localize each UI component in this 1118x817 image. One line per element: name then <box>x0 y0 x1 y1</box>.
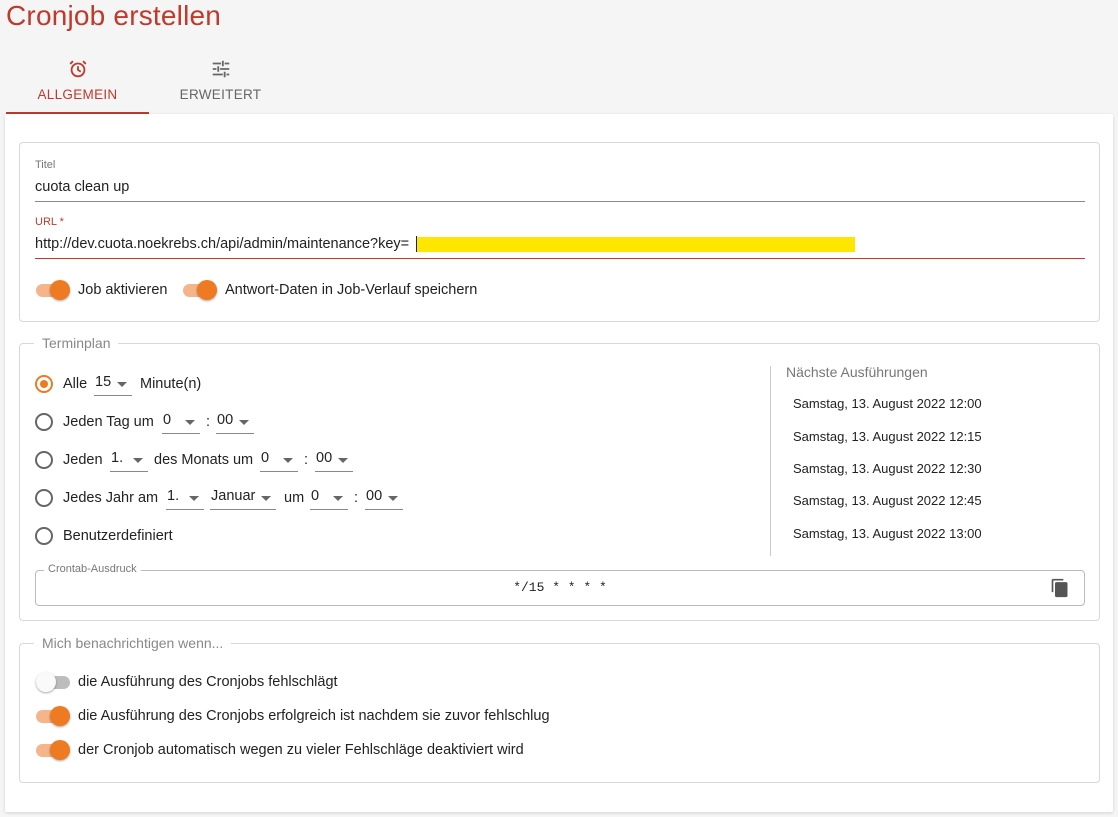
chevron-down-icon <box>189 496 199 501</box>
yearly-mid: um <box>284 490 305 506</box>
tab-bar: ALLGEMEIN ERWEITERT <box>6 52 292 114</box>
yearly-hour-select[interactable]: 0 <box>310 486 348 510</box>
chevron-down-icon <box>185 420 195 425</box>
next-run-item: Samstag, 13. August 2022 12:45 <box>793 493 982 508</box>
save-response-label: Antwort-Daten in Job-Verlauf speichern <box>225 282 478 298</box>
select-value: 00 <box>366 488 383 504</box>
select-value: 1. <box>111 450 124 466</box>
schedule-section: Terminplan Alle 15 Minute(n) Jeden Tag u… <box>19 335 1100 621</box>
form-card: Titel cuota clean up URL * http://dev.cu… <box>5 114 1113 812</box>
chevron-down-icon <box>338 458 348 463</box>
chevron-down-icon <box>283 458 293 463</box>
select-value: Januar <box>211 488 256 504</box>
notify-failure-label: die Ausführung des Cronjobs fehlschlägt <box>78 674 338 690</box>
tab-label: ERWEITERT <box>179 87 262 102</box>
notify-section: Mich benachrichtigen wenn... die Ausführ… <box>19 635 1100 783</box>
chevron-down-icon <box>239 420 249 425</box>
next-run-item: Samstag, 13. August 2022 12:15 <box>793 429 982 444</box>
crontab-field[interactable]: Crontab-Ausdruck */15 * * * * <box>35 563 1085 606</box>
job-activate-toggle[interactable] <box>36 280 70 300</box>
monthly-hour-select[interactable]: 0 <box>260 448 298 472</box>
notify-disabled-label: der Cronjob automatisch wegen zu vieler … <box>78 742 524 758</box>
chevron-down-icon <box>261 496 271 501</box>
select-value: 0 <box>261 450 270 466</box>
notify-recovery-label: die Ausführung des Cronjobs erfolgreich … <box>78 708 550 724</box>
daily-minute-select[interactable]: 00 <box>216 410 254 434</box>
tab-erweitert[interactable]: ERWEITERT <box>149 52 292 114</box>
redaction-highlight <box>417 237 855 252</box>
general-section: Titel cuota clean up URL * http://dev.cu… <box>19 142 1100 322</box>
url-underline <box>35 258 1085 259</box>
select-value: 1. <box>167 488 180 504</box>
select-value: 15 <box>95 374 112 390</box>
monthly-minute-select[interactable]: 00 <box>315 448 353 472</box>
every-unit: Minute(n) <box>140 376 202 392</box>
notify-recovery-toggle[interactable] <box>36 706 70 726</box>
sliders-icon <box>212 60 229 78</box>
radio-every-minutes[interactable] <box>35 375 53 393</box>
next-run-item: Samstag, 13. August 2022 12:00 <box>793 396 982 411</box>
schedule-legend: Terminplan <box>34 335 119 351</box>
notify-legend: Mich benachrichtigen wenn... <box>34 635 232 651</box>
next-runs-title: Nächste Ausführungen <box>786 364 928 380</box>
daily-hour-select[interactable]: 0 <box>162 410 200 434</box>
alarm-clock-icon <box>69 60 86 78</box>
next-run-item: Samstag, 13. August 2022 13:00 <box>793 526 982 541</box>
title-field[interactable]: cuota clean up <box>35 179 129 195</box>
select-value: 00 <box>217 412 234 428</box>
time-separator: : <box>304 452 309 468</box>
yearly-month-select[interactable]: Januar <box>210 486 276 510</box>
every-label: Alle <box>63 376 88 392</box>
next-run-item: Samstag, 13. August 2022 12:30 <box>793 461 982 476</box>
minutes-interval-select[interactable]: 15 <box>94 372 132 396</box>
chevron-down-icon <box>117 382 127 387</box>
divider <box>770 366 771 556</box>
crontab-label: Crontab-Ausdruck <box>44 563 141 575</box>
radio-custom[interactable] <box>35 527 53 545</box>
page-title: Cronjob erstellen <box>6 0 222 31</box>
select-value: 0 <box>163 412 172 428</box>
select-value: 00 <box>316 450 333 466</box>
job-activate-label: Job aktivieren <box>78 282 168 298</box>
daily-label: Jeden Tag um <box>63 414 154 430</box>
monthly-mid: des Monats um <box>154 452 254 468</box>
tab-label: ALLGEMEIN <box>37 87 118 102</box>
radio-yearly[interactable] <box>35 489 53 507</box>
crontab-value: */15 * * * * <box>513 580 607 595</box>
chevron-down-icon <box>388 496 398 501</box>
monthly-label: Jeden <box>63 452 103 468</box>
url-label: URL * <box>35 216 64 228</box>
copy-icon[interactable] <box>1050 578 1070 598</box>
select-value: 0 <box>311 488 320 504</box>
radio-daily[interactable] <box>35 413 53 431</box>
time-separator: : <box>354 490 359 506</box>
notify-failure-toggle[interactable] <box>36 672 70 692</box>
yearly-label: Jedes Jahr am <box>63 490 159 506</box>
yearly-day-select[interactable]: 1. <box>166 486 204 510</box>
save-response-toggle[interactable] <box>183 280 217 300</box>
title-label: Titel <box>35 159 56 171</box>
yearly-minute-select[interactable]: 00 <box>365 486 403 510</box>
custom-label: Benutzerdefiniert <box>63 528 173 544</box>
tab-allgemein[interactable]: ALLGEMEIN <box>6 52 149 114</box>
radio-monthly[interactable] <box>35 451 53 469</box>
monthly-day-select[interactable]: 1. <box>110 448 148 472</box>
url-field[interactable]: http://dev.cuota.noekrebs.ch/api/admin/m… <box>35 236 409 252</box>
title-underline <box>35 201 1085 202</box>
chevron-down-icon <box>133 458 143 463</box>
chevron-down-icon <box>333 496 343 501</box>
time-separator: : <box>206 414 211 430</box>
notify-disabled-toggle[interactable] <box>36 740 70 760</box>
